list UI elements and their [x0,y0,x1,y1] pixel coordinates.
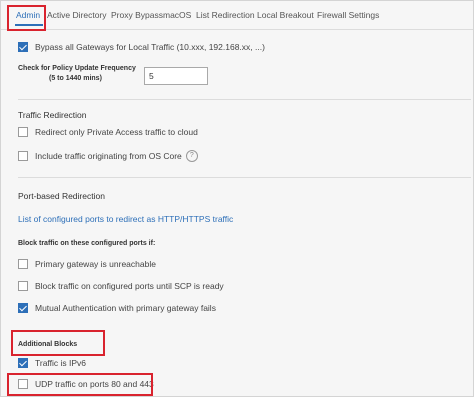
policy-frequency-input[interactable]: 5 [144,67,208,85]
tab-firewall-settings[interactable]: Firewall Settings [317,10,379,20]
policy-frequency-range: (5 to 1440 mins) [49,75,102,82]
additional-blocks-highlight [11,330,105,356]
os-core-label: Include traffic originating from OS Core [35,151,182,161]
private-access-option[interactable]: Redirect only Private Access traffic to … [18,125,198,139]
configured-ports-link[interactable]: List of configured ports to redirect as … [18,214,233,224]
os-core-option[interactable]: Include traffic originating from OS Core… [18,149,198,163]
tab-bar: Admin Active Directory Proxy Bypass macO… [1,1,473,30]
tab-list-redirection[interactable]: List Redirection [196,10,255,20]
private-access-checkbox[interactable] [18,127,28,137]
private-access-label: Redirect only Private Access traffic to … [35,127,198,137]
help-icon[interactable]: ? [185,150,198,162]
tab-local-breakout[interactable]: Local Breakout [257,10,314,20]
traffic-redirection-title: Traffic Redirection [18,110,87,120]
bypass-gateways-checkbox[interactable] [18,42,28,52]
scp-ready-option[interactable]: Block traffic on configured ports until … [18,279,224,293]
primary-unreachable-option[interactable]: Primary gateway is unreachable [18,257,156,271]
divider [18,177,471,178]
udp-option-highlight [7,373,153,396]
os-core-checkbox[interactable] [18,151,28,161]
bypass-gateways-label: Bypass all Gateways for Local Traffic (1… [35,42,265,52]
tab-proxy-bypass[interactable]: Proxy Bypass [111,10,163,20]
primary-unreachable-checkbox[interactable] [18,259,28,269]
ipv6-label: Traffic is IPv6 [35,358,87,368]
scp-ready-checkbox[interactable] [18,281,28,291]
bypass-gateways-option[interactable]: Bypass all Gateways for Local Traffic (1… [18,40,265,54]
block-traffic-heading: Block traffic on these configured ports … [18,240,156,247]
primary-unreachable-label: Primary gateway is unreachable [35,259,156,269]
ipv6-checkbox[interactable] [18,358,28,368]
mutual-auth-option[interactable]: Mutual Authentication with primary gatew… [18,301,216,315]
mutual-auth-label: Mutual Authentication with primary gatew… [35,303,216,313]
tab-active-directory[interactable]: Active Directory [47,10,107,20]
mutual-auth-checkbox[interactable] [18,303,28,313]
admin-tab-highlight [7,5,46,31]
scp-ready-label: Block traffic on configured ports until … [35,281,224,291]
port-redirection-title: Port-based Redirection [18,191,105,201]
policy-frequency-label: Check for Policy Update Frequency [18,65,136,72]
settings-panel: Admin Active Directory Proxy Bypass macO… [0,0,474,397]
tab-macos[interactable]: macOS [163,10,191,20]
ipv6-option[interactable]: Traffic is IPv6 [18,356,86,370]
divider [18,99,471,100]
